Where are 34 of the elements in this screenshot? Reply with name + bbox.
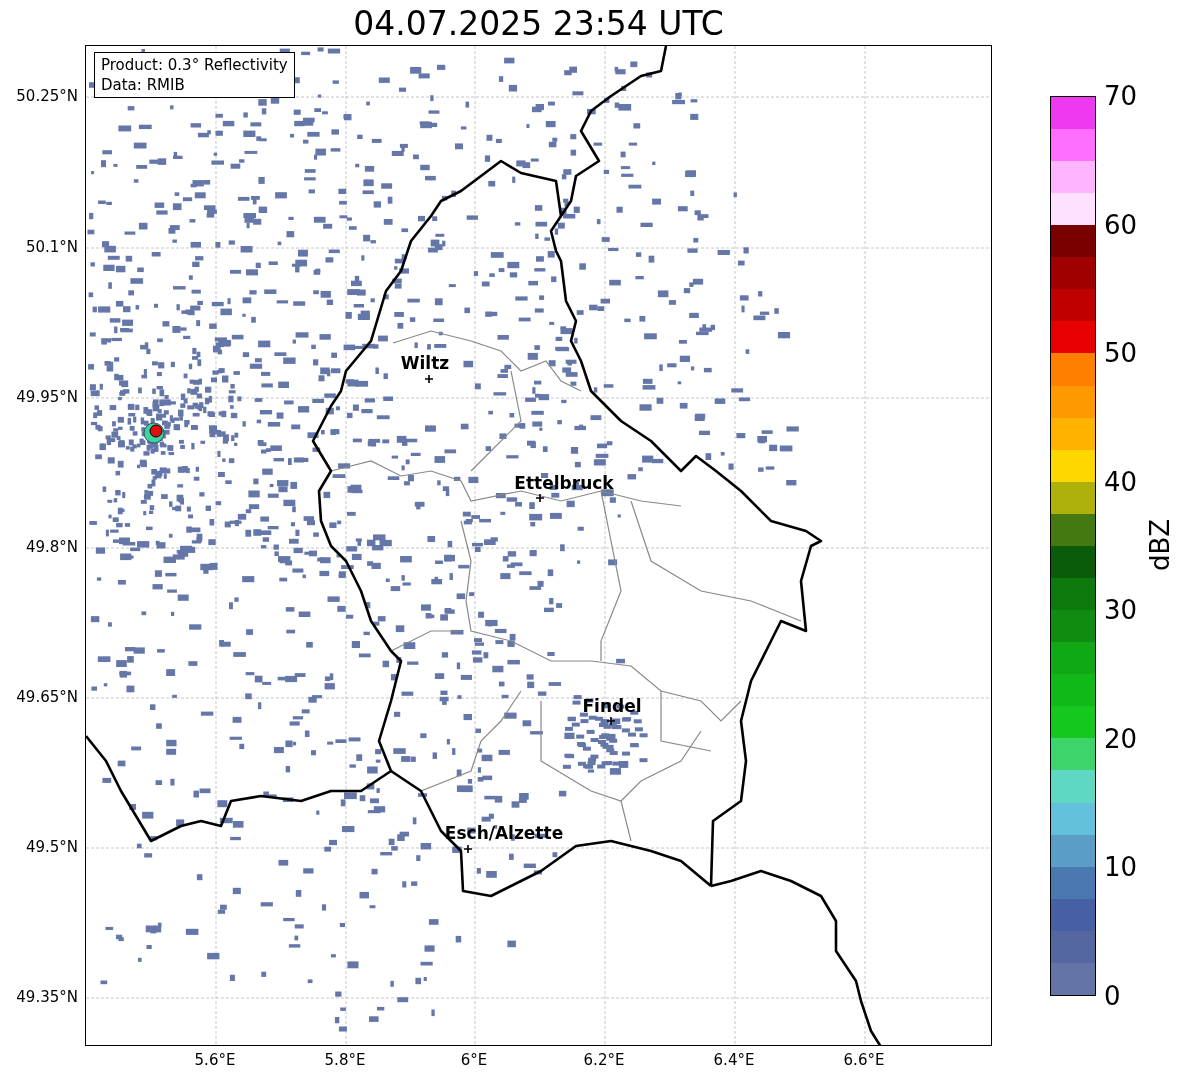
x-tick-label: 5.8°E: [324, 1051, 366, 1069]
colorbar-tick-label: 50: [1104, 338, 1138, 369]
colorbar-tick-label: 40: [1104, 466, 1138, 497]
x-tick-label: 6.6°E: [843, 1051, 885, 1069]
y-tick-label: 49.5°N: [25, 838, 78, 856]
colorbar-label: dBZ: [1145, 517, 1175, 574]
y-tick-label: 49.65°N: [16, 688, 78, 706]
city-label: Esch/Alzette: [444, 823, 564, 843]
colorbar-tick-label: 70: [1104, 81, 1138, 111]
radar-site-icon: [143, 422, 165, 444]
y-tick-label: 49.8°N: [25, 538, 78, 556]
y-tick-label: 49.95°N: [16, 388, 78, 406]
city-label: Wiltz: [400, 353, 450, 373]
city-marker-icon: [607, 717, 615, 725]
y-tick-label: 49.35°N: [16, 988, 78, 1006]
y-tick-label: 50.1°N: [25, 238, 78, 256]
colorbar-tick-label: 30: [1104, 595, 1138, 626]
x-tick-label: 5.6°E: [194, 1051, 236, 1069]
chart-title: 04.07.2025 23:54 UTC: [352, 4, 725, 44]
y-tick-label: 50.25°N: [16, 87, 78, 105]
colorbar-tick-label: 0: [1104, 981, 1121, 1011]
x-tick-label: 6.4°E: [713, 1051, 755, 1069]
colorbar-tick-label: 20: [1104, 723, 1138, 754]
x-tick-label: 6.2°E: [583, 1051, 625, 1069]
colorbar-tick-label: 10: [1104, 852, 1138, 883]
city-label: Findel: [582, 696, 642, 716]
x-tick-label: 6°E: [460, 1051, 488, 1069]
city-marker-icon: [464, 845, 472, 853]
info-text: Product: 0.3° Reflectivity: [101, 55, 288, 75]
city-marker-icon: [536, 494, 544, 502]
city-label: Ettelbruck: [514, 473, 614, 493]
city-marker-icon: [425, 375, 433, 383]
colorbar-tick-label: 60: [1104, 209, 1138, 240]
info-text: Data: RMIB: [101, 75, 186, 95]
